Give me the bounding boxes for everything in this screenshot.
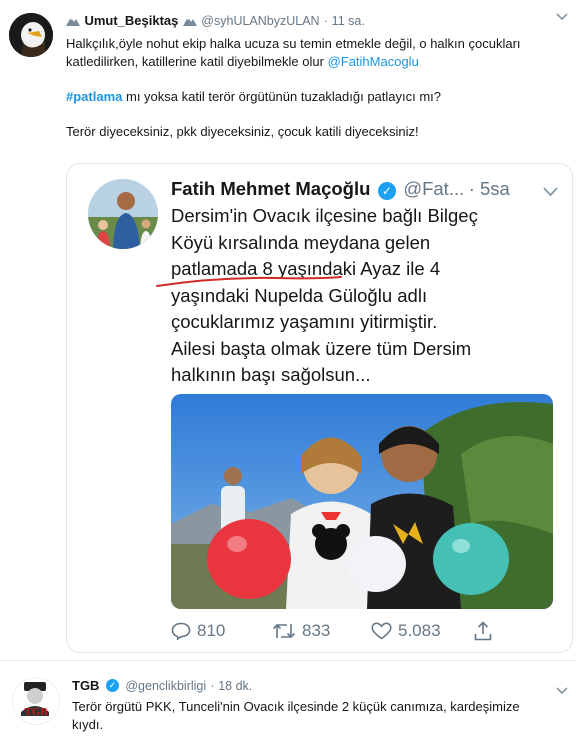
tweet-1-line-3: #patlama mı yoksa katil terör örgütünün … (66, 89, 442, 104)
tgb-avatar-text: TGB (24, 706, 48, 718)
tgb-avatar[interactable]: TGB (12, 677, 60, 725)
share-icon (474, 621, 492, 641)
tweet-2-display-name[interactable]: TGB (72, 678, 99, 693)
quoted-line: Köyü kırsalında meydana gelen (171, 231, 431, 253)
quoted-tweet-card[interactable]: Fatih Mehmet Maçoğlu ✓ @Fat... · 5sa Der… (66, 163, 573, 653)
tweet-1-line-4: Terör diyeceksiniz, pkk diyeceksiniz, ço… (66, 124, 419, 139)
retweet-count: 833 (302, 621, 331, 640)
tweet-1-handle[interactable]: @syhULANbyzULAN (201, 14, 319, 28)
like-action[interactable]: 5.083 (371, 621, 441, 641)
hashtag-link[interactable]: #patlama (66, 89, 122, 104)
share-action[interactable] (474, 621, 498, 641)
tweet-2-line-2: kıydı. (72, 717, 104, 732)
reply-count: 810 (197, 621, 226, 640)
reply-icon (171, 622, 191, 640)
red-underline-annotation (156, 276, 342, 287)
quoted-display-name[interactable]: Fatih Mehmet Maçoğlu (171, 178, 370, 199)
quoted-text: Dersim'in Ovacık ilçesine bağlı Bilgeç K… (171, 203, 566, 389)
tweet-2[interactable]: TGB TGB ✓ @genclikbirligi · 18 dk. Terör… (0, 661, 576, 747)
mountain-emoji-icon (66, 13, 80, 26)
mention-link[interactable]: @FatihMacoglu (328, 54, 419, 69)
tweet-1-line-1: Halkçılık,öyle nohut ekip halka ucuza su… (66, 36, 521, 51)
like-count: 5.083 (398, 621, 441, 640)
tweet-2-line-1: Terör örgütü PKK, Tunceli'nin Ovacık ilç… (72, 699, 520, 714)
like-icon (371, 622, 392, 640)
tweet-2-handle[interactable]: @genclikbirligi (125, 679, 206, 693)
chevron-down-icon[interactable] (543, 184, 558, 202)
mountain-emoji-icon (182, 13, 197, 26)
tweet-1[interactable]: Umut_Beşiktaş @syhULANbyzULAN · 11 sa. H… (0, 0, 576, 655)
eagle-avatar-icon[interactable] (9, 13, 53, 57)
verified-badge-icon: ✓ (105, 679, 119, 693)
retweet-action[interactable]: 833 (272, 621, 330, 641)
quoted-avatar[interactable] (88, 179, 158, 249)
tweet-2-text: Terör örgütü PKK, Tunceli'nin Ovacık ilç… (72, 698, 572, 734)
chevron-down-icon[interactable] (556, 10, 568, 24)
reply-action[interactable]: 810 (171, 621, 225, 641)
retweet-icon (272, 623, 296, 639)
quoted-line: Dersim'in Ovacık ilçesine bağlı Bilgeç (171, 205, 478, 226)
quoted-header: Fatih Mehmet Maçoğlu ✓ @Fat... · 5sa (171, 178, 561, 204)
quoted-photo[interactable] (171, 394, 553, 609)
quoted-line: Ailesi başta olmak üzere tüm Dersim (171, 337, 472, 359)
tweet-1-display-name[interactable]: Umut_Beşiktaş (84, 13, 178, 28)
tweet-1-time[interactable]: · 11 sa. (324, 14, 365, 28)
verified-badge-icon: ✓ (377, 181, 396, 200)
quoted-line: çocuklarımız yaşamını yitirmiştir. (171, 311, 438, 332)
tweet-1-text: Halkçılık,öyle nohut ekip halka ucuza su… (66, 35, 571, 141)
quoted-handle[interactable]: @Fat... (403, 178, 464, 199)
tweet-2-header: TGB ✓ @genclikbirligi · 18 dk. (72, 677, 552, 695)
tweet-1-header: Umut_Beşiktaş @syhULANbyzULAN · 11 sa. (66, 12, 566, 30)
quoted-time[interactable]: · 5sa (469, 178, 510, 199)
tweet-2-time[interactable]: · 18 dk. (211, 679, 253, 693)
quoted-line: halkının başı sağolsun... (171, 364, 371, 385)
tweet-1-line-2: katledilirken, katillerine katil diyebil… (66, 54, 419, 69)
